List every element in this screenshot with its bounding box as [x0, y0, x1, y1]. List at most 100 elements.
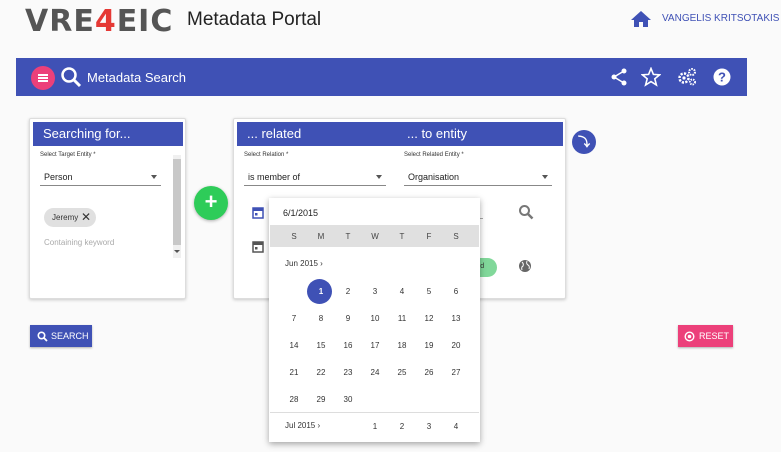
calendar-day[interactable]: 19 — [417, 341, 441, 350]
close-icon[interactable]: ✕ — [81, 210, 91, 224]
calendar-day[interactable]: 26 — [417, 368, 441, 377]
search-button[interactable]: SEARCH — [30, 325, 92, 347]
weekday-label: W — [371, 232, 379, 241]
related-header: ... related ... to entity — [237, 122, 563, 146]
calendar-day[interactable]: 7 — [282, 314, 306, 323]
collapse-button[interactable]: ⤵ — [572, 130, 596, 154]
share-icon[interactable] — [609, 67, 629, 87]
calendar-day[interactable]: 20 — [444, 341, 468, 350]
related-entity-label: Select Related Entity * — [404, 152, 464, 158]
calendar-day[interactable]: 16 — [336, 341, 360, 350]
calendar-day[interactable]: 18 — [390, 341, 414, 350]
calendar-day[interactable]: 13 — [444, 314, 468, 323]
calendar-day[interactable]: 14 — [282, 341, 306, 350]
next-month-label-text: Jul 2015 — [285, 421, 316, 430]
calendar-day[interactable]: 25 — [390, 368, 414, 377]
calendar-day-next-month[interactable]: 4 — [444, 422, 468, 431]
help-icon[interactable]: ? — [712, 67, 732, 87]
datepicker-divider — [270, 412, 479, 413]
target-entity-underline — [40, 185, 161, 186]
scroll-thumb[interactable] — [173, 159, 181, 245]
scrollbar[interactable] — [173, 155, 181, 258]
calendar-day[interactable]: 30 — [336, 395, 360, 404]
calendar-day[interactable]: 5 — [417, 287, 441, 296]
entity-chip-label: Jeremy — [52, 213, 79, 222]
chevron-down-icon[interactable] — [542, 175, 548, 179]
related-entity-select[interactable]: Organisation — [408, 172, 459, 182]
search-icon — [37, 331, 48, 342]
chevron-down-icon[interactable] — [376, 175, 382, 179]
logo-part-vre: VRE — [25, 4, 95, 39]
calendar-day[interactable]: 3 — [363, 287, 387, 296]
star-icon[interactable] — [641, 67, 661, 87]
calendar-day[interactable]: 17 — [363, 341, 387, 350]
calendar-day[interactable]: 10 — [363, 314, 387, 323]
calendar-day[interactable]: 9 — [336, 314, 360, 323]
weekday-label: S — [291, 232, 297, 241]
calendar-day[interactable]: 6 — [444, 287, 468, 296]
to-entity-header-label: ... to entity — [407, 126, 467, 141]
menu-icon-line — [38, 77, 48, 79]
menu-button[interactable] — [31, 66, 55, 90]
settings-icon[interactable] — [677, 67, 697, 87]
weekday-label: T — [345, 232, 351, 241]
calendar-day[interactable]: 15 — [309, 341, 333, 350]
calendar-day[interactable]: 12 — [417, 314, 441, 323]
globe-icon[interactable] — [518, 259, 532, 273]
calendar-day[interactable]: 23 — [336, 368, 360, 377]
page: VRE4EIC Metadata Portal VANGELIS KRITSOT… — [0, 0, 781, 452]
menu-icon-line — [38, 80, 48, 82]
calendar-day-next-month[interactable]: 1 — [363, 422, 387, 431]
reset-button-label: RESET — [699, 331, 730, 341]
add-relation-button[interactable]: + — [194, 186, 228, 220]
app-logo[interactable]: VRE4EIC — [25, 4, 173, 39]
search-icon[interactable] — [518, 204, 534, 220]
logo-part-eic: EIC — [116, 4, 174, 39]
related-entity-underline — [404, 185, 552, 186]
calendar-day[interactable]: 28 — [282, 395, 306, 404]
calendar-icon[interactable] — [252, 240, 264, 253]
calendar-day[interactable]: 1 — [309, 287, 333, 296]
reset-icon — [684, 331, 695, 342]
weekday-label: F — [426, 232, 432, 241]
menu-icon — [38, 74, 48, 76]
svg-text:?: ? — [718, 70, 726, 85]
calendar-day[interactable]: 29 — [309, 395, 333, 404]
datepicker-input[interactable]: 6/1/2015 — [283, 208, 318, 218]
chevron-down-icon[interactable] — [151, 175, 157, 179]
calendar-day[interactable]: 22 — [309, 368, 333, 377]
target-entity-label: Select Target Entity * — [40, 152, 96, 158]
target-entity-select[interactable]: Person — [44, 172, 73, 182]
calendar-day[interactable]: 2 — [336, 287, 360, 296]
keyword-input[interactable]: Containing keyword — [44, 238, 114, 247]
calendar-day[interactable]: 24 — [363, 368, 387, 377]
toolbar-title: Metadata Search — [87, 70, 187, 85]
weekday-label: T — [399, 232, 405, 241]
portal-title: Metadata Portal — [187, 9, 322, 30]
reset-button[interactable]: RESET — [678, 325, 733, 347]
next-month-label[interactable]: Jul 2015 › — [285, 421, 320, 430]
search-toolbar: Metadata Search ? — [16, 58, 747, 96]
entity-chip[interactable]: Jeremy ✕ — [44, 208, 96, 227]
home-icon[interactable] — [630, 10, 652, 28]
weekday-label: M — [317, 232, 325, 241]
search-icon — [61, 67, 82, 88]
calendar-icon[interactable] — [252, 206, 264, 219]
relation-select[interactable]: is member of — [248, 172, 300, 182]
month-label[interactable]: Jun 2015 › — [285, 259, 323, 268]
month-label-text: Jun 2015 — [285, 259, 318, 268]
calendar-day[interactable]: 11 — [390, 314, 414, 323]
calendar-day-next-month[interactable]: 3 — [417, 422, 441, 431]
chevron-right-icon: › — [320, 259, 323, 268]
weekday-header: S M T W T F S — [270, 225, 479, 247]
calendar-day[interactable]: 21 — [282, 368, 306, 377]
calendar-day[interactable]: 8 — [309, 314, 333, 323]
user-name-link[interactable]: VANGELIS KRITSOTAKIS — [662, 13, 779, 24]
relation-label: Select Relation * — [244, 152, 289, 158]
calendar-day[interactable]: 27 — [444, 368, 468, 377]
calendar-day-next-month[interactable]: 2 — [390, 422, 414, 431]
scroll-down-icon[interactable] — [174, 250, 180, 253]
logo-part-4: 4 — [94, 4, 117, 39]
chevron-right-icon: › — [317, 421, 321, 430]
calendar-day[interactable]: 4 — [390, 287, 414, 296]
